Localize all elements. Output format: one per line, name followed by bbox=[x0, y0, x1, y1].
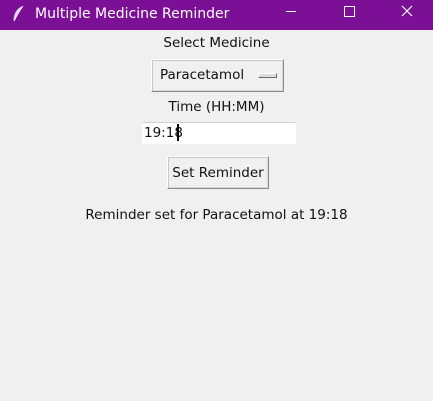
status-message: Reminder set for Paracetamol at 19:18 bbox=[85, 207, 348, 223]
maximize-icon bbox=[344, 6, 355, 17]
select-medicine-label: Select Medicine bbox=[163, 35, 270, 51]
maximize-button[interactable] bbox=[326, 0, 372, 30]
time-input[interactable] bbox=[142, 122, 296, 144]
title-bar[interactable]: Multiple Medicine Reminder bbox=[0, 0, 433, 30]
close-icon bbox=[401, 5, 413, 17]
medicine-dropdown[interactable]: Paracetamol bbox=[151, 59, 284, 92]
dropdown-indicator-icon bbox=[258, 73, 277, 78]
medicine-dropdown-value: Paracetamol bbox=[160, 67, 245, 83]
minimize-button[interactable] bbox=[268, 0, 314, 30]
set-reminder-button[interactable]: Set Reminder bbox=[167, 156, 269, 189]
close-button[interactable] bbox=[384, 0, 430, 30]
time-label: Time (HH:MM) bbox=[168, 99, 265, 115]
text-cursor bbox=[177, 124, 179, 141]
feather-icon bbox=[11, 5, 25, 23]
minimize-icon bbox=[286, 11, 296, 12]
window-title: Multiple Medicine Reminder bbox=[35, 6, 230, 22]
app-window: Multiple Medicine Reminder Select Medici… bbox=[0, 0, 433, 401]
